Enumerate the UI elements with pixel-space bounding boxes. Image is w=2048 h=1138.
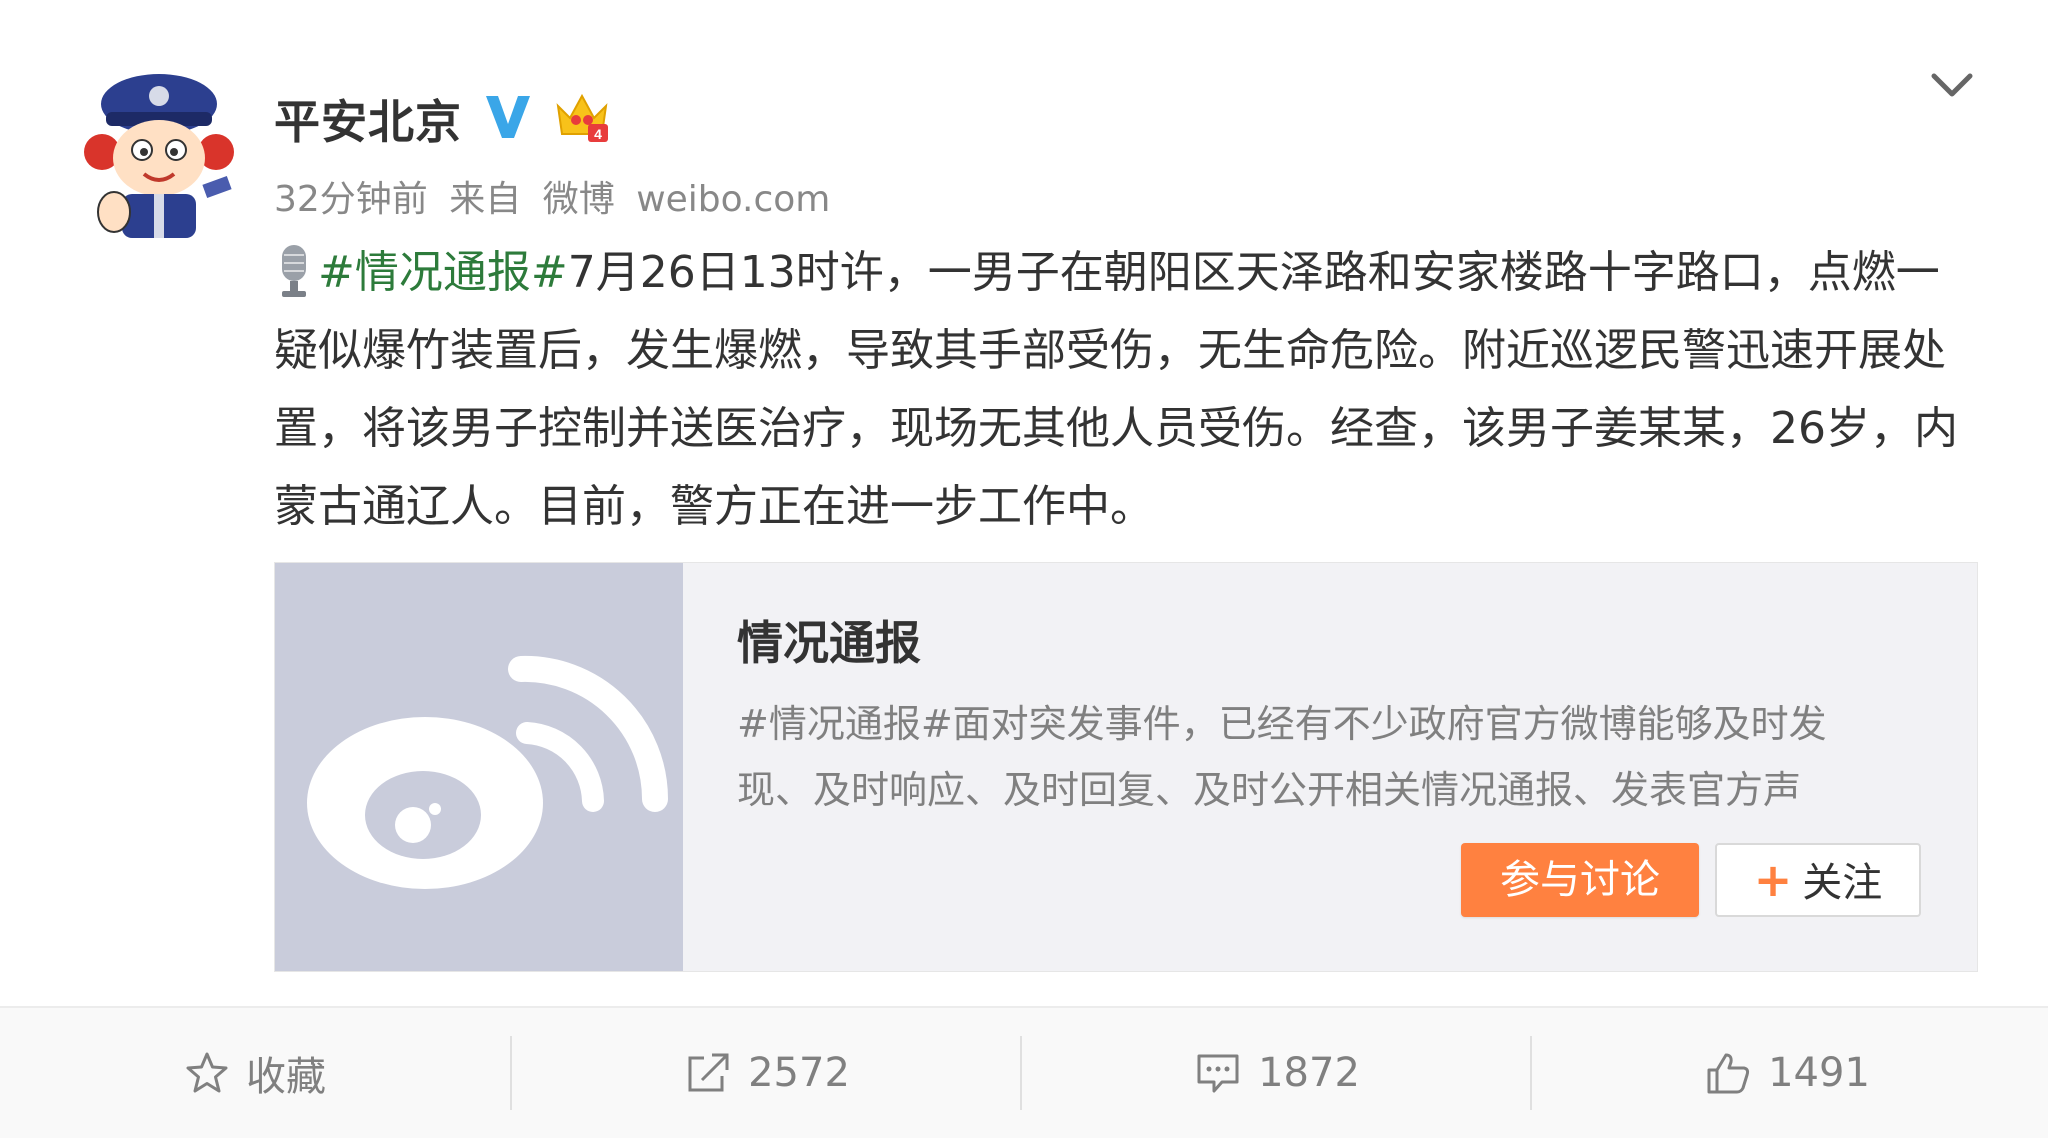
plus-icon: + [1753, 853, 1793, 907]
comment-count: 1872 [1258, 1050, 1360, 1096]
verified-v-icon [482, 90, 534, 142]
author-avatar[interactable] [84, 62, 234, 242]
police-avatar [84, 74, 234, 238]
author-name[interactable]: 平安北京 [274, 86, 462, 152]
like-count: 1491 [1768, 1050, 1870, 1096]
follow-label: 关注 [1802, 860, 1883, 906]
topic-title[interactable]: 情况通报 [737, 607, 921, 673]
post-time[interactable]: 32分钟前 [274, 179, 428, 220]
source-app[interactable]: 微博 [543, 179, 615, 220]
source-prefix: 来自 [449, 179, 522, 220]
thumbs-up-icon [1707, 1053, 1750, 1094]
repost-button[interactable]: 2572 [512, 1008, 1022, 1138]
comment-button[interactable]: 1872 [1022, 1008, 1532, 1138]
repost-count: 2572 [748, 1050, 850, 1096]
svg-text:4: 4 [594, 126, 602, 142]
vip-crown-icon[interactable]: 4 [552, 88, 612, 144]
star-icon [186, 1052, 228, 1093]
post-content: #情况通报#7月26日13时许，一男子在朝阳区天泽路和安家楼路十字路口，点燃一疑… [274, 234, 1964, 546]
source-domain[interactable]: weibo.com [636, 179, 830, 220]
comment-icon [1197, 1054, 1239, 1093]
post-meta: 32分钟前 来自 微博 weibo.com [274, 170, 840, 222]
topic-description: #情况通报#面对突发事件，已经有不少政府官方微博能够及时发现、及时响应、及时回复… [737, 702, 1827, 812]
microphone-icon [274, 243, 314, 299]
discuss-button[interactable]: 参与讨论 [1461, 843, 1699, 917]
topic-card[interactable]: 情况通报 #情况通报#面对突发事件，已经有不少政府官方微博能够及时发现、及时响应… [274, 562, 1978, 972]
favorite-label: 收藏 [246, 1054, 326, 1100]
share-icon [688, 1053, 729, 1092]
action-bar: 收藏 2572 1872 1491 [0, 1008, 2048, 1138]
weibo-post-card: 平安北京 4 32分钟前 来自 微博 weibo.com #情况通报#7月26日… [0, 0, 2048, 1138]
topic-link[interactable]: #情况通报# [318, 247, 568, 298]
like-button[interactable]: 1491 [1532, 1008, 2042, 1138]
favorite-button[interactable]: 收藏 [0, 1008, 510, 1138]
chevron-down-icon[interactable] [1928, 66, 1976, 106]
weibo-logo [307, 655, 668, 889]
follow-button[interactable]: + 关注 [1715, 843, 1921, 917]
topic-thumbnail [275, 563, 683, 971]
